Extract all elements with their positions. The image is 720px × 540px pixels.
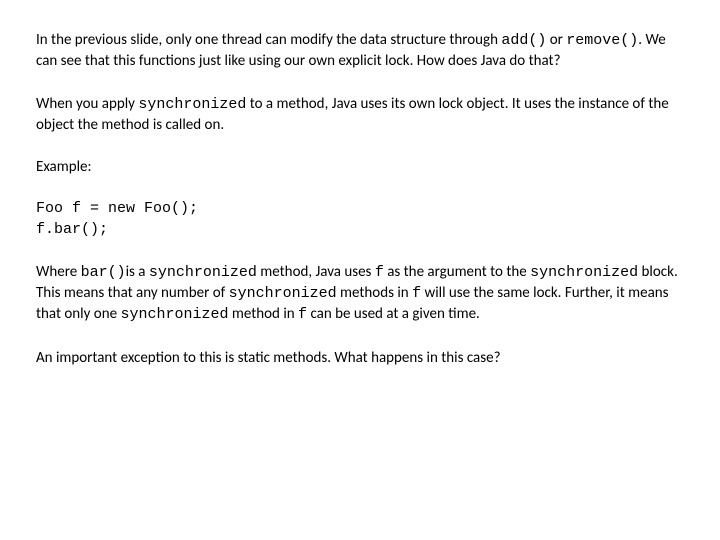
text: Where: [36, 263, 81, 281]
text: methods in: [337, 284, 412, 302]
example-label: Example:: [36, 157, 682, 177]
code-inline: add(): [501, 32, 546, 49]
text: is a: [126, 263, 149, 281]
code-inline: remove(): [566, 32, 638, 49]
paragraph-2: When you apply synchronized to a method,…: [36, 94, 682, 136]
code-inline: f: [298, 306, 307, 323]
code-inline: synchronized: [138, 96, 246, 113]
code-inline: f: [375, 264, 384, 281]
text: or: [546, 31, 566, 49]
code-inline: f: [412, 285, 421, 302]
text: method, Java uses: [257, 263, 375, 281]
code-inline: synchronized: [120, 306, 228, 323]
text: as the argument to the: [384, 263, 530, 281]
paragraph-4: An important exception to this is static…: [36, 348, 682, 368]
paragraph-1: In the previous slide, only one thread c…: [36, 30, 682, 72]
code-inline: synchronized: [229, 285, 337, 302]
code-line: Foo f = new Foo();: [36, 199, 682, 219]
code-block: Foo f = new Foo(); f.bar();: [36, 199, 682, 240]
code-inline: synchronized: [149, 264, 257, 281]
paragraph-3: Where bar()is a synchronized method, Jav…: [36, 262, 682, 326]
text: In the previous slide, only one thread c…: [36, 31, 501, 49]
code-inline: synchronized: [530, 264, 638, 281]
text: When you apply: [36, 95, 138, 113]
text: method in: [228, 305, 298, 323]
code-inline: bar(): [81, 264, 126, 281]
text: can be used at a given time.: [307, 305, 480, 323]
code-line: f.bar();: [36, 220, 682, 240]
